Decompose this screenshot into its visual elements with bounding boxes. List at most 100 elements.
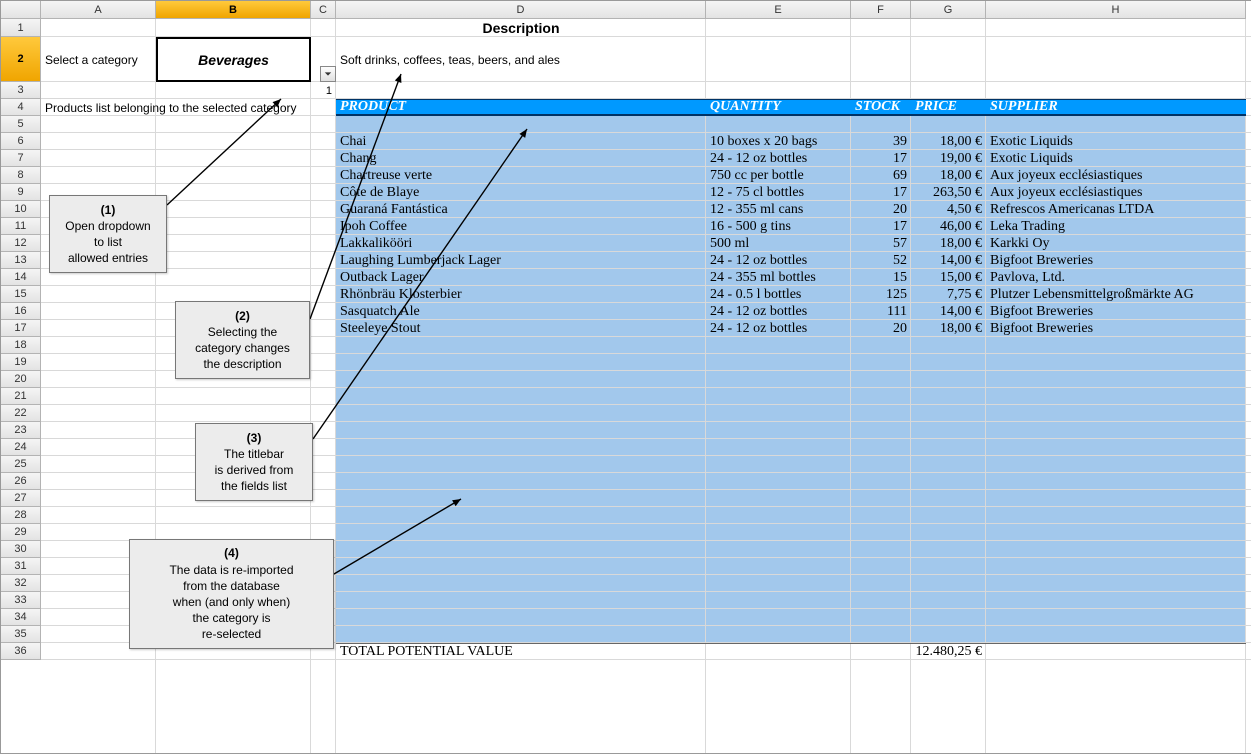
product-stock[interactable]: 20 (851, 320, 911, 337)
select-all-corner[interactable] (1, 1, 41, 19)
product-stock[interactable]: 17 (851, 218, 911, 235)
product-name[interactable]: Ipoh Coffee (336, 218, 706, 235)
product-name[interactable]: Sasquatch Ale (336, 303, 706, 320)
product-stock[interactable]: 57 (851, 235, 911, 252)
row-header-21[interactable]: 21 (1, 388, 41, 405)
row-header-32[interactable]: 32 (1, 575, 41, 592)
product-stock[interactable]: 111 (851, 303, 911, 320)
category-dropdown-cell[interactable]: Beverages (156, 37, 311, 82)
row-header-31[interactable]: 31 (1, 558, 41, 575)
row-header-13[interactable]: 13 (1, 252, 41, 269)
row-header-27[interactable]: 27 (1, 490, 41, 507)
col-header-G[interactable]: G (911, 1, 986, 19)
row-header-30[interactable]: 30 (1, 541, 41, 558)
product-qty[interactable]: 24 - 0.5 l bottles (706, 286, 851, 303)
product-supplier[interactable]: Bigfoot Breweries (986, 303, 1246, 320)
col-header-F[interactable]: F (851, 1, 911, 19)
product-supplier[interactable]: Exotic Liquids (986, 133, 1246, 150)
product-supplier[interactable]: Exotic Liquids (986, 150, 1246, 167)
row-header-33[interactable]: 33 (1, 592, 41, 609)
row-header-12[interactable]: 12 (1, 235, 41, 252)
product-price[interactable]: 18,00 € (911, 133, 986, 150)
col-header-E[interactable]: E (706, 1, 851, 19)
row-header-9[interactable]: 9 (1, 184, 41, 201)
product-stock[interactable]: 125 (851, 286, 911, 303)
product-name[interactable]: Outback Lager (336, 269, 706, 286)
product-name[interactable]: Chartreuse verte (336, 167, 706, 184)
row-header-26[interactable]: 26 (1, 473, 41, 490)
product-price[interactable]: 18,00 € (911, 235, 986, 252)
product-name[interactable]: Chai (336, 133, 706, 150)
row-header-18[interactable]: 18 (1, 337, 41, 354)
product-supplier[interactable]: Pavlova, Ltd. (986, 269, 1246, 286)
col-header-D[interactable]: D (336, 1, 706, 19)
product-supplier[interactable]: Aux joyeux ecclésiastiques (986, 167, 1246, 184)
product-qty[interactable]: 24 - 12 oz bottles (706, 320, 851, 337)
row-header-23[interactable]: 23 (1, 422, 41, 439)
row-header-11[interactable]: 11 (1, 218, 41, 235)
product-supplier[interactable]: Bigfoot Breweries (986, 252, 1246, 269)
row-header-8[interactable]: 8 (1, 167, 41, 184)
col-header-H[interactable]: H (986, 1, 1246, 19)
product-stock[interactable]: 17 (851, 150, 911, 167)
row-header-2[interactable]: 2 (1, 37, 41, 82)
product-price[interactable]: 263,50 € (911, 184, 986, 201)
product-price[interactable]: 14,00 € (911, 252, 986, 269)
product-qty[interactable]: 12 - 75 cl bottles (706, 184, 851, 201)
row-header-17[interactable]: 17 (1, 320, 41, 337)
row-header-1[interactable]: 1 (1, 19, 41, 37)
row-header-3[interactable]: 3 (1, 82, 41, 99)
product-name[interactable]: Chang (336, 150, 706, 167)
product-name[interactable]: Laughing Lumberjack Lager (336, 252, 706, 269)
row-header-14[interactable]: 14 (1, 269, 41, 286)
product-name[interactable]: Guaraná Fantástica (336, 201, 706, 218)
row-header-34[interactable]: 34 (1, 609, 41, 626)
product-supplier[interactable]: Karkki Oy (986, 235, 1246, 252)
row-header-16[interactable]: 16 (1, 303, 41, 320)
product-supplier[interactable]: Aux joyeux ecclésiastiques (986, 184, 1246, 201)
row-header-19[interactable]: 19 (1, 354, 41, 371)
product-qty[interactable]: 24 - 12 oz bottles (706, 252, 851, 269)
product-supplier[interactable]: Leka Trading (986, 218, 1246, 235)
product-price[interactable]: 46,00 € (911, 218, 986, 235)
product-price[interactable]: 14,00 € (911, 303, 986, 320)
product-qty[interactable]: 24 - 355 ml bottles (706, 269, 851, 286)
product-qty[interactable]: 24 - 12 oz bottles (706, 303, 851, 320)
row-header-7[interactable]: 7 (1, 150, 41, 167)
col-header-C[interactable]: C (311, 1, 336, 19)
row-header-24[interactable]: 24 (1, 439, 41, 456)
product-qty[interactable]: 16 - 500 g tins (706, 218, 851, 235)
product-price[interactable]: 18,00 € (911, 167, 986, 184)
product-name[interactable]: Rhönbräu Klosterbier (336, 286, 706, 303)
dropdown-button[interactable] (320, 66, 336, 82)
row-header-35[interactable]: 35 (1, 626, 41, 643)
product-stock[interactable]: 17 (851, 184, 911, 201)
product-supplier[interactable]: Bigfoot Breweries (986, 320, 1246, 337)
product-price[interactable]: 7,75 € (911, 286, 986, 303)
row-header-6[interactable]: 6 (1, 133, 41, 150)
row-header-20[interactable]: 20 (1, 371, 41, 388)
row-header-5[interactable]: 5 (1, 116, 41, 133)
product-qty[interactable]: 750 cc per bottle (706, 167, 851, 184)
product-supplier[interactable]: Plutzer Lebensmittelgroßmärkte AG (986, 286, 1246, 303)
product-qty[interactable]: 12 - 355 ml cans (706, 201, 851, 218)
row-header-36[interactable]: 36 (1, 643, 41, 660)
product-supplier[interactable]: Refrescos Americanas LTDA (986, 201, 1246, 218)
product-price[interactable]: 4,50 € (911, 201, 986, 218)
product-qty[interactable]: 500 ml (706, 235, 851, 252)
row-header-25[interactable]: 25 (1, 456, 41, 473)
row-header-22[interactable]: 22 (1, 405, 41, 422)
product-name[interactable]: Côte de Blaye (336, 184, 706, 201)
product-name[interactable]: Lakkalikööri (336, 235, 706, 252)
product-stock[interactable]: 15 (851, 269, 911, 286)
product-price[interactable]: 19,00 € (911, 150, 986, 167)
row-header-15[interactable]: 15 (1, 286, 41, 303)
product-price[interactable]: 15,00 € (911, 269, 986, 286)
product-stock[interactable]: 69 (851, 167, 911, 184)
row-header-4[interactable]: 4 (1, 99, 41, 116)
product-qty[interactable]: 24 - 12 oz bottles (706, 150, 851, 167)
product-qty[interactable]: 10 boxes x 20 bags (706, 133, 851, 150)
product-stock[interactable]: 39 (851, 133, 911, 150)
col-header-A[interactable]: A (41, 1, 156, 19)
product-name[interactable]: Steeleye Stout (336, 320, 706, 337)
